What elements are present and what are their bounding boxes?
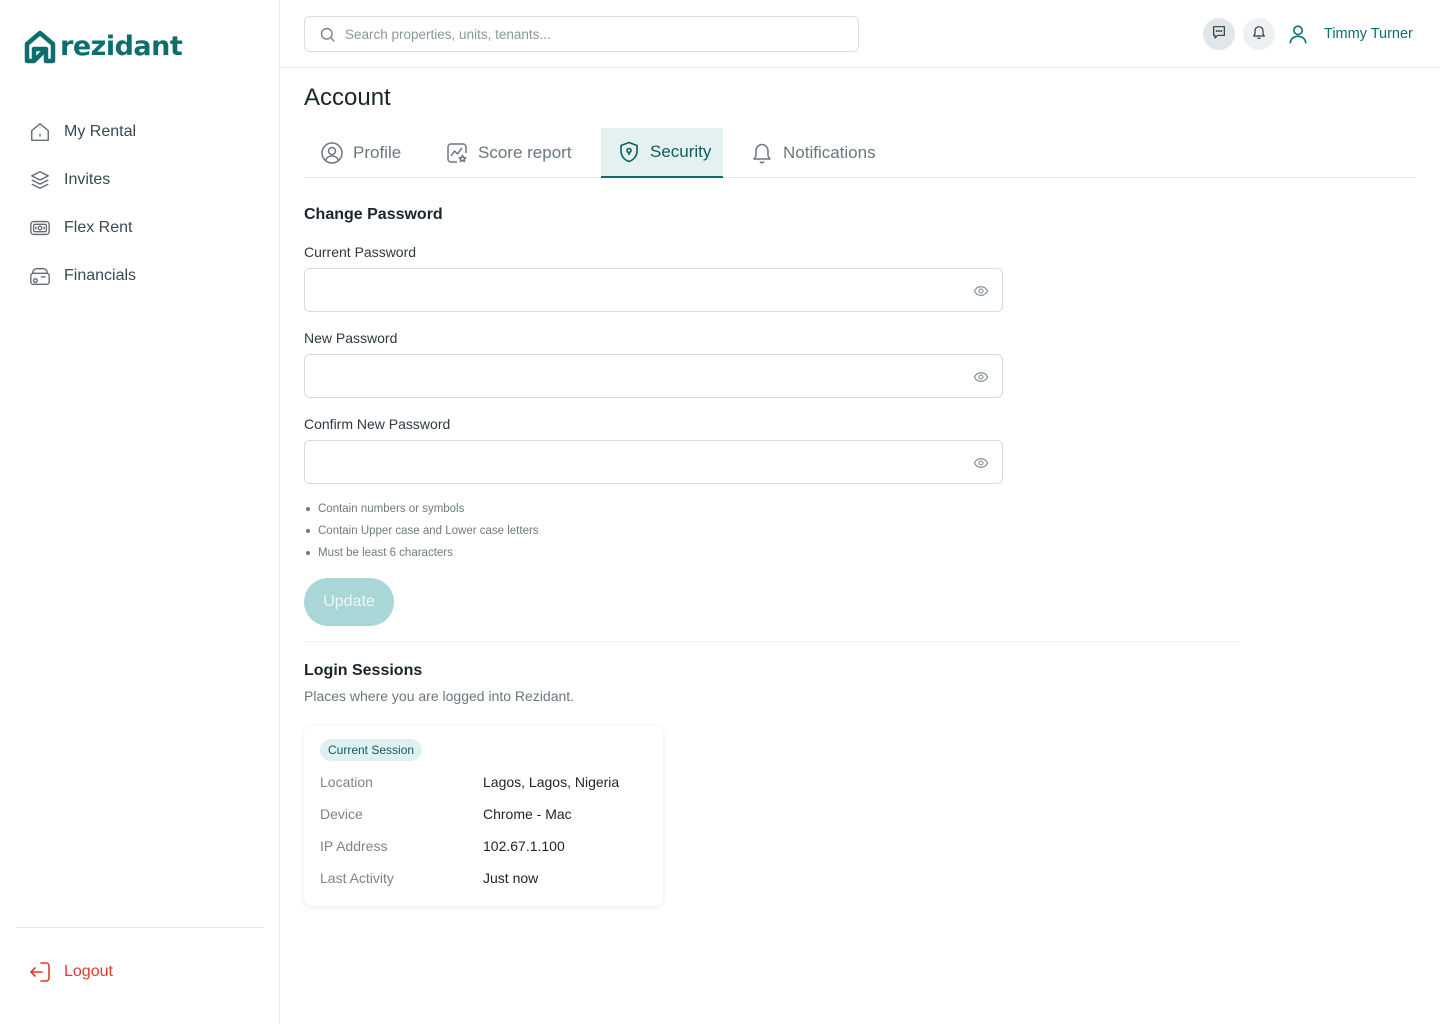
session-row-key: Device [320, 806, 363, 822]
search-icon [319, 25, 337, 43]
sidebar-item-label: Financials [64, 267, 137, 284]
current-password-field [304, 268, 1003, 312]
wallet-icon [28, 264, 52, 288]
new-password-label: New Password [304, 330, 398, 346]
sidebar-item-label: Invites [64, 171, 111, 188]
tab-label: Notifications [783, 143, 876, 162]
password-rule-text: Contain numbers or symbols [318, 503, 465, 515]
current-session-badge: Current Session [320, 739, 423, 761]
messages-button[interactable] [1203, 18, 1235, 50]
tab-notifications[interactable]: Notifications [734, 128, 888, 178]
login-sessions-subtitle: Places where you are logged into Rezidan… [304, 688, 575, 704]
money-icon [28, 216, 52, 240]
sidebar-item-label: My Rental [64, 123, 137, 140]
home-icon [28, 120, 52, 144]
session-row-key: Last Activity [320, 870, 394, 886]
new-password-input[interactable] [319, 365, 959, 389]
section-divider [304, 641, 1240, 642]
update-button[interactable]: Update [304, 578, 394, 626]
session-row-value: 102.67.1.100 [483, 838, 565, 854]
user-name: Timmy Turner [1324, 26, 1413, 42]
sidebar-item-label: Flex Rent [64, 219, 133, 236]
login-sessions-title: Login Sessions [304, 662, 423, 679]
session-row: IP Address 102.67.1.100 [320, 838, 650, 858]
house-logo-icon [24, 30, 56, 64]
eye-icon[interactable] [972, 454, 990, 472]
notifications-button[interactable] [1243, 18, 1275, 50]
sidebar-divider [16, 927, 263, 928]
tab-label: Profile [353, 143, 402, 162]
change-password-title: Change Password [304, 206, 443, 223]
password-rule: Contain Upper case and Lower case letter… [304, 523, 539, 545]
session-row: Location Lagos, Lagos, Nigeria [320, 774, 650, 794]
sidebar-item-financials[interactable]: Financials [24, 256, 264, 296]
bullet-icon [306, 529, 310, 533]
sidebar-nav: My Rental Invites Flex Rent Financials [24, 112, 264, 304]
logout-icon [28, 960, 52, 984]
tab-profile[interactable]: Profile [304, 128, 413, 178]
logout-label: Logout [64, 963, 113, 980]
password-rule: Contain numbers or symbols [304, 501, 539, 523]
session-row-value: Just now [483, 870, 539, 886]
eye-icon[interactable] [972, 282, 990, 300]
session-row-value: Chrome - Mac [483, 806, 572, 822]
chart-star-icon [445, 141, 469, 165]
layers-icon [28, 168, 52, 192]
tab-label: Score report [478, 143, 572, 162]
session-card: Current Session Location Lagos, Lagos, N… [304, 726, 663, 906]
tab-security[interactable]: Security [601, 128, 724, 178]
password-rule-text: Contain Upper case and Lower case letter… [318, 525, 539, 537]
top-bar: Timmy Turner [280, 0, 1440, 68]
eye-icon[interactable] [972, 368, 990, 386]
tab-score-report[interactable]: Score report [429, 128, 584, 178]
sidebar: rezidant My Rental Invites Flex Rent Fin… [0, 0, 280, 1024]
sidebar-item-invites[interactable]: Invites [24, 160, 264, 200]
confirm-password-input[interactable] [319, 451, 959, 475]
current-password-input[interactable] [319, 279, 959, 303]
session-row-key: IP Address [320, 838, 388, 854]
search-box[interactable] [304, 16, 859, 52]
brand-name: rezidant [60, 30, 183, 62]
logout-button[interactable]: Logout [28, 958, 113, 986]
chat-icon [1211, 24, 1227, 45]
user-menu[interactable]: Timmy Turner [1284, 20, 1413, 48]
user-circle-icon [320, 141, 344, 165]
password-rule: Must be least 6 characters [304, 545, 539, 567]
search-input[interactable] [345, 26, 825, 42]
session-row: Device Chrome - Mac [320, 806, 650, 826]
user-icon [1284, 20, 1312, 48]
new-password-field [304, 354, 1003, 398]
confirm-password-field [304, 440, 1003, 484]
sidebar-item-my-rental[interactable]: My Rental [24, 112, 264, 152]
confirm-password-label: Confirm New Password [304, 416, 451, 432]
password-rule-text: Must be least 6 characters [318, 547, 453, 559]
session-row: Last Activity Just now [320, 870, 650, 890]
password-rules: Contain numbers or symbols Contain Upper… [304, 501, 539, 567]
brand-logo[interactable]: rezidant [24, 30, 183, 64]
bell-icon [1251, 24, 1267, 45]
bullet-icon [306, 507, 310, 511]
current-password-label: Current Password [304, 244, 417, 260]
bell-icon [750, 141, 774, 165]
sidebar-item-flex-rent[interactable]: Flex Rent [24, 208, 264, 248]
bullet-icon [306, 551, 310, 555]
session-row-value: Lagos, Lagos, Nigeria [483, 774, 620, 790]
account-tabs: Profile Score report Security Notificati… [304, 128, 1416, 178]
shield-icon [617, 140, 641, 164]
page-title: Account [304, 84, 391, 111]
session-row-key: Location [320, 774, 373, 790]
tab-label: Security [650, 142, 712, 161]
